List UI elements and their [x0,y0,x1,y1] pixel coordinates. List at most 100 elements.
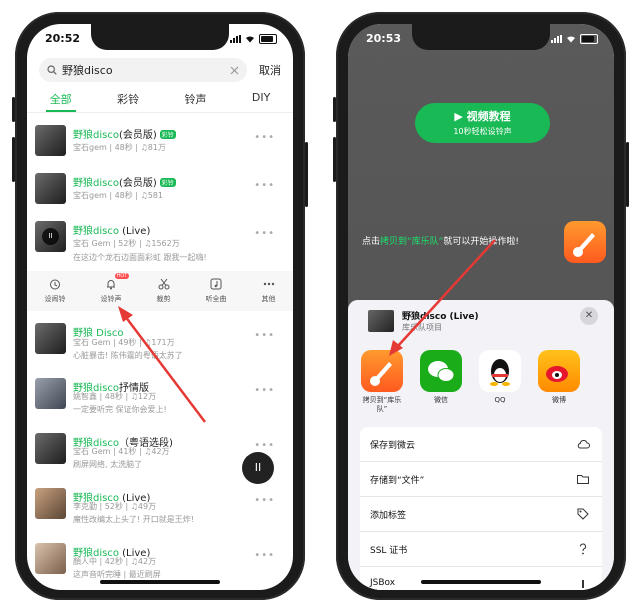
certificate-icon [580,543,586,555]
status-icons [230,34,277,44]
song-meta: 宝石 Gem | 41秒 | ♫42万 [73,447,170,456]
more-icon [263,282,274,286]
other-button[interactable]: 其他 [262,271,276,311]
video-tutorial-title: ▶ 视频教程 [415,108,550,124]
jsbox-item[interactable]: JSBox [360,567,602,590]
song-title-keyword: 野狼disco [73,226,119,237]
search-bar: 野狼disco 取消 [39,57,281,83]
more-icon[interactable]: ••• [254,132,275,143]
song-row[interactable]: 野狼disco (Live) 李克勤 | 52秒 | ♫49万 魔性改编太上头了… [27,484,293,530]
share-app-row: 拷贝到“库乐队” 微信 QQ 微博 [360,350,614,420]
share-app-qq[interactable]: QQ [478,350,522,420]
more-icon[interactable]: ••• [254,330,275,341]
tab-all[interactable]: 全部 [45,88,76,112]
action-label: 听全曲 [205,295,227,303]
share-file-title: 野狼disco (Live) [402,312,479,322]
notch [91,24,229,50]
tag-icon [577,508,589,520]
more-icon[interactable]: ••• [254,228,275,239]
share-app-label: 微博 [552,396,566,404]
tab-bar: 全部 彩铃 铃声 DIY [27,88,293,112]
more-icon[interactable]: ••• [254,550,275,561]
song-meta: 顏人中 | 42秒 | ♫42万 [73,557,157,566]
song-row-playing[interactable]: II 野狼disco (Live) 宝石 Gem | 52秒 | ♫1562万 … [27,217,293,277]
share-app-label: 微信 [434,396,448,404]
qq-icon [479,350,521,392]
right-screen: 20:53 ▶ 视频教程 10秒轻松设铃声 点击拷贝到“库乐队”就可以开始操作啦… [348,24,614,590]
action-bar: 设闹铃 HOT 设铃声 裁剪 听全曲 其他 [27,271,293,311]
side-button [626,142,629,207]
song-badge: 彩铃 [159,130,176,139]
menu-label: SSL 证书 [370,546,408,556]
status-time: 20:52 [45,32,81,45]
set-alarm-button[interactable]: 设闹铃 [45,271,66,311]
song-meta: 姚智鑫 | 48秒 | ♫12万 [73,392,157,401]
song-cover [35,173,66,204]
more-icon[interactable]: ••• [254,495,275,506]
alarm-icon [50,279,60,290]
floating-player-button[interactable]: II [242,452,274,484]
song-cover: II [35,221,66,252]
side-button [305,142,308,207]
share-app-wechat[interactable]: 微信 [419,350,463,420]
action-label: 设铃声 [100,295,122,303]
scissors-icon [158,278,169,290]
tab-color-ring[interactable]: 彩铃 [117,88,139,110]
file-thumbnail [368,310,394,332]
add-tag-item[interactable]: 添加标签 [360,497,602,532]
full-song-button[interactable]: 听全曲 [206,271,227,311]
save-to-weiyun-item[interactable]: 保存到微云 [360,427,602,462]
tab-ringtone[interactable]: 铃声 [184,88,206,110]
close-icon[interactable]: ✕ [580,307,598,325]
song-title: 野狼disco (Live) [73,222,150,237]
action-label: 设闹铃 [44,295,66,303]
share-app-label: QQ [494,396,506,404]
cancel-button[interactable]: 取消 [259,62,281,78]
menu-label: 存储到“文件” [370,476,425,486]
song-row[interactable]: 野狼 Disco 宝石 Gem | 49秒 | ♫171万 心脏暴击! 陈伟霆的… [27,319,293,365]
song-row[interactable]: 野狼disco(会员版) 彩铃 宝石gem | 48秒 | ♫81万 ••• [27,121,293,167]
tab-diy[interactable]: DIY [252,88,270,110]
garageband-icon [361,350,403,392]
share-app-garageband[interactable]: 拷贝到“库乐队” [360,350,404,420]
more-icon[interactable]: ••• [254,180,275,191]
search-input[interactable]: 野狼disco [39,58,247,82]
song-title-rest: (会员版) [118,178,157,189]
battery-icon [580,34,598,44]
song-row[interactable]: 野狼disco(会员版) 彩铃 宝石gem | 48秒 | ♫581 ••• [27,169,293,215]
song-cover [35,488,66,519]
share-sheet: 野狼disco (Live) 库乐队项目 ✕ 拷贝到“库乐队” 微信 QQ 微博… [348,300,614,590]
song-title-rest: (Live) [118,226,151,237]
more-icon[interactable]: ••• [254,385,275,396]
action-label: 裁剪 [156,295,171,303]
song-meta: 宝石gem | 48秒 | ♫581 [73,191,163,200]
share-app-weibo[interactable]: 微博 [537,350,581,420]
signal-icon [230,35,241,43]
song-row[interactable]: 野狼disco (Live) 顏人中 | 42秒 | ♫42万 这声音听完睡 |… [27,539,293,585]
song-cover [35,378,66,409]
dimmed-background [348,24,614,320]
wifi-icon [567,36,575,43]
search-query: 野狼disco [62,64,113,77]
side-button [12,137,15,182]
share-sheet-header: 野狼disco (Live) 库乐队项目 ✕ [348,300,614,346]
video-tutorial-button[interactable]: ▶ 视频教程 10秒轻松设铃声 [415,103,550,143]
set-ringtone-button[interactable]: HOT 设铃声 [100,271,130,311]
weibo-icon [538,350,580,392]
ssl-certificate-item[interactable]: SSL 证书 [360,532,602,567]
song-meta: 宝石gem | 48秒 | ♫81万 [73,143,166,152]
more-icon[interactable]: ••• [254,440,275,451]
song-title: 野狼disco(会员版) 彩铃 [73,174,176,189]
trim-button[interactable]: 裁剪 [157,271,171,311]
wifi-icon [246,36,254,43]
pause-icon[interactable]: II [42,228,59,245]
song-row[interactable]: 野狼disco抒情版 姚智鑫 | 48秒 | ♫12万 一定要听完 保证你会爱上… [27,374,293,420]
jsbox-icon [582,580,584,588]
hint-before: 点击 [362,237,381,247]
song-badge: 彩铃 [159,178,176,187]
save-to-files-item[interactable]: 存储到“文件” [360,462,602,497]
action-label: 其他 [261,295,276,303]
clear-icon[interactable] [230,66,239,75]
bell-icon [107,280,115,290]
folder-icon [577,475,589,484]
